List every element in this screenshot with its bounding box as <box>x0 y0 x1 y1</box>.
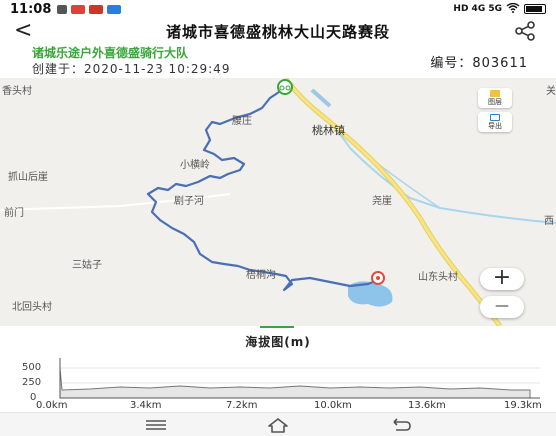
x-tick-label: 7.2km <box>226 400 258 411</box>
zoom-in-button[interactable]: + <box>480 267 524 290</box>
menu-icon[interactable] <box>144 417 168 436</box>
main-road <box>283 78 502 326</box>
elevation-plot <box>59 358 540 399</box>
layers-icon <box>490 90 500 97</box>
layers-label: 图层 <box>488 98 502 106</box>
team-name[interactable]: 诸城乐途户外喜德盛骑行大队 <box>32 44 188 61</box>
signal-text: HD 4G 5G <box>453 4 502 14</box>
place-label: 香头村 <box>2 86 32 97</box>
app-notification-icon <box>107 4 122 14</box>
place-label: 梧桐沟 <box>246 270 276 281</box>
zoom-out-button[interactable]: — <box>480 296 524 318</box>
place-label: 关 <box>546 86 556 97</box>
river <box>299 97 556 224</box>
route-map[interactable]: 香头村 腰庄 桃林镇 小横岭 抓山后崖 剧子河 尧崖 前门 三姑子 梧桐沟 山东… <box>0 78 556 326</box>
notification-icons <box>57 4 122 14</box>
app-notification-icon <box>71 4 86 14</box>
route-serial: 编号：803611 <box>430 56 528 71</box>
place-label: 北回头村 <box>12 302 52 313</box>
export-button[interactable]: 导出 <box>478 112 512 132</box>
place-label: 腰庄 <box>232 116 252 127</box>
place-label: 前门 <box>4 208 24 219</box>
river <box>310 88 332 108</box>
place-label: 山东头村 <box>418 272 458 283</box>
elevation-tab[interactable]: 海拔图(m) <box>0 326 556 354</box>
layers-button[interactable]: 图层 <box>478 88 512 108</box>
tab-indicator <box>260 326 294 328</box>
place-label: 三姑子 <box>72 260 102 271</box>
route-info: 诸城乐途户外喜德盛骑行大队 创建于：2020-11-23 10:29:49 编号… <box>0 44 556 78</box>
page-title: 诸城市喜德盛桃林大山天路赛段 <box>165 22 390 41</box>
x-tick-label: 0.0km <box>36 400 68 411</box>
created-time: 创建于：2020-11-23 10:29:49 <box>32 62 231 76</box>
share-icon[interactable] <box>514 21 536 41</box>
elevation-title: 海拔图(m) <box>245 335 311 349</box>
x-tick-label: 13.6km <box>408 400 446 411</box>
map-canvas <box>0 78 556 326</box>
place-label: 剧子河 <box>174 196 204 207</box>
x-tick-label: 10.0km <box>314 400 352 411</box>
place-label: 西 <box>544 216 554 227</box>
place-label: 尧崖 <box>372 196 392 207</box>
notification-icon <box>57 4 68 14</box>
export-label: 导出 <box>488 122 502 130</box>
status-time: 11:08 <box>10 1 52 17</box>
elevation-chart[interactable]: 500 250 0 0.0km 3.4km 7.2km 10.0km 13.6k… <box>0 354 556 412</box>
top-app-bar: < 诸城市喜德盛桃林大山天路赛段 <box>0 18 556 44</box>
place-label: 桃林镇 <box>312 124 345 137</box>
route-line <box>146 87 379 292</box>
back-icon[interactable] <box>388 417 412 436</box>
battery-icon <box>524 4 546 14</box>
home-icon[interactable] <box>266 417 290 436</box>
x-tick-label: 3.4km <box>130 400 162 411</box>
place-label: 抓山后崖 <box>8 172 48 183</box>
export-icon <box>490 114 500 121</box>
status-bar: 11:08 HD 4G 5G <box>0 0 556 18</box>
end-marker-dot <box>376 276 380 280</box>
app-notification-icon <box>89 4 104 14</box>
wifi-icon <box>506 2 520 16</box>
x-tick-label: 19.3km <box>504 400 542 411</box>
system-nav-bar <box>0 412 556 436</box>
place-label: 小横岭 <box>180 160 210 171</box>
